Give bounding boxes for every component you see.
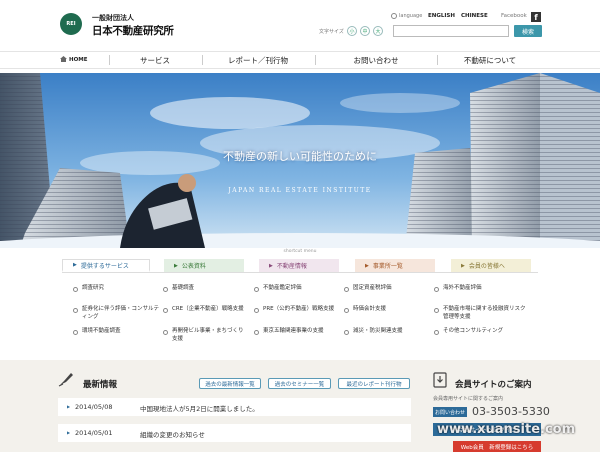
news-row[interactable]: ▶ 2014/05/08 中国現地法人が5月2日に開業しました。 <box>58 398 411 416</box>
tab-label: 提供するサービス <box>80 262 129 270</box>
service-link[interactable]: 環境不動産調査 <box>73 328 160 336</box>
service-link[interactable]: 証券化に伴う評価・コンサルティング <box>73 306 160 322</box>
tab-services[interactable]: ▶ 提供するサービス <box>62 259 150 272</box>
font-size-small-button[interactable]: 小 <box>347 26 357 36</box>
pen-icon <box>58 373 73 387</box>
service-link[interactable]: PRE（公的不動産）戦略支援 <box>254 306 345 314</box>
member-title: 会員サイトのご案内 <box>455 380 532 390</box>
news-date: 2014/05/08 <box>75 403 113 411</box>
facebook-glyph: f <box>534 13 538 22</box>
arrow-icon: ▶ <box>461 262 465 269</box>
news-row[interactable]: ▶ 2014/05/01 組織の変更のお知らせ <box>58 424 411 442</box>
service-link[interactable]: 固定資産税評価 <box>344 285 433 293</box>
past-news-button[interactable]: 過去の最新情報一覧 <box>199 378 261 389</box>
service-link[interactable]: CRE（企業不動産）戦略支援 <box>163 306 248 314</box>
past-seminars-button[interactable]: 過去のセミナー一覧 <box>268 378 331 389</box>
tab-publications[interactable]: ▶ 公表資料 <box>164 259 244 272</box>
tab-label: 公表資料 <box>181 263 206 270</box>
news-date: 2014/05/01 <box>75 429 113 437</box>
org-name[interactable]: 日本不動産研究所 <box>92 23 174 38</box>
tab-label: 会員の皆様へ <box>468 263 505 270</box>
service-link[interactable]: 調査研究 <box>73 285 160 293</box>
nav-contact[interactable]: お問い合わせ <box>316 51 436 69</box>
news-title: 最新情報 <box>83 380 118 390</box>
service-link[interactable]: その他コンサルティング <box>434 328 527 336</box>
member-signup-button[interactable]: Web会員 新規登録はこちら <box>453 441 541 452</box>
service-link[interactable]: 海外不動産評価 <box>434 285 527 293</box>
service-link[interactable]: 不動産市場に関する投融資リスク管理等支援 <box>434 306 527 322</box>
arrow-icon: ▶ <box>174 262 178 269</box>
tab-divider <box>62 272 538 273</box>
arrow-icon: ▶ <box>365 262 369 269</box>
service-link[interactable]: 基礎調査 <box>163 285 248 293</box>
member-subtitle: 会員専用サイトに関するご案内 <box>433 396 504 402</box>
nav-reports[interactable]: レポート／刊行物 <box>203 51 313 69</box>
tab-label: 事業所一覧 <box>372 263 403 270</box>
shortcut-label: shortcut menu <box>283 249 317 254</box>
nav-services[interactable]: サービス <box>110 51 200 69</box>
member-contact-badge: お問い合わせ <box>433 407 467 417</box>
font-size-medium-button[interactable]: 中 <box>360 26 370 36</box>
facebook-label[interactable]: Facebook <box>501 13 527 19</box>
tab-members[interactable]: ▶ 会員の皆様へ <box>451 259 531 272</box>
font-size-label: 文字サイズ <box>319 29 344 35</box>
nav-about[interactable]: 不動研について <box>438 51 542 69</box>
service-link[interactable]: 減災・防災関連支援 <box>344 328 433 336</box>
hero-subtitle: JAPAN REAL ESTATE INSTITUTE <box>228 187 372 194</box>
tab-offices[interactable]: ▶ 事業所一覧 <box>355 259 435 272</box>
org-type: 一般財団法人 <box>92 14 134 22</box>
tab-label: 不動産情報 <box>276 263 307 270</box>
logo-text: REI <box>66 21 76 27</box>
recent-reports-button[interactable]: 最近のレポート刊行物 <box>338 378 410 389</box>
arrow-icon: ▶ <box>269 262 273 269</box>
globe-icon <box>391 13 397 19</box>
language-label: language <box>399 13 423 19</box>
member-phone: 03-3503-5330 <box>472 405 550 418</box>
search-button[interactable]: 検索 <box>514 25 542 37</box>
search-input[interactable] <box>393 25 509 37</box>
service-link[interactable]: 東京五輪関連事業の支援 <box>254 328 345 336</box>
news-text[interactable]: 中国現地法人が5月2日に開業しました。 <box>140 403 259 413</box>
service-link[interactable]: 再開発ビル事業・まちづくり支援 <box>163 328 248 344</box>
bullet-icon: ▶ <box>67 430 71 435</box>
tab-real-estate-info[interactable]: ▶ 不動産情報 <box>259 259 339 272</box>
facebook-icon[interactable]: f <box>531 12 541 22</box>
hero-tagline: 不動産の新しい可能性のために <box>223 150 377 163</box>
font-size-large-button[interactable]: 大 <box>373 26 383 36</box>
home-icon <box>60 56 67 62</box>
watermark: www.xuansite.com <box>437 422 576 437</box>
service-link[interactable]: 時価会計支援 <box>344 306 433 314</box>
service-link[interactable]: 不動産鑑定評価 <box>254 285 345 293</box>
lang-chinese-link[interactable]: CHINESE <box>461 13 488 19</box>
nav-home[interactable]: HOME <box>69 51 89 69</box>
news-text[interactable]: 組織の変更のお知らせ <box>140 429 205 439</box>
lang-english-link[interactable]: ENGLISH <box>428 13 455 19</box>
arrow-icon: ▶ <box>73 262 77 268</box>
logo-icon[interactable]: REI <box>60 13 82 35</box>
download-icon <box>433 372 447 388</box>
bullet-icon: ▶ <box>67 404 71 409</box>
